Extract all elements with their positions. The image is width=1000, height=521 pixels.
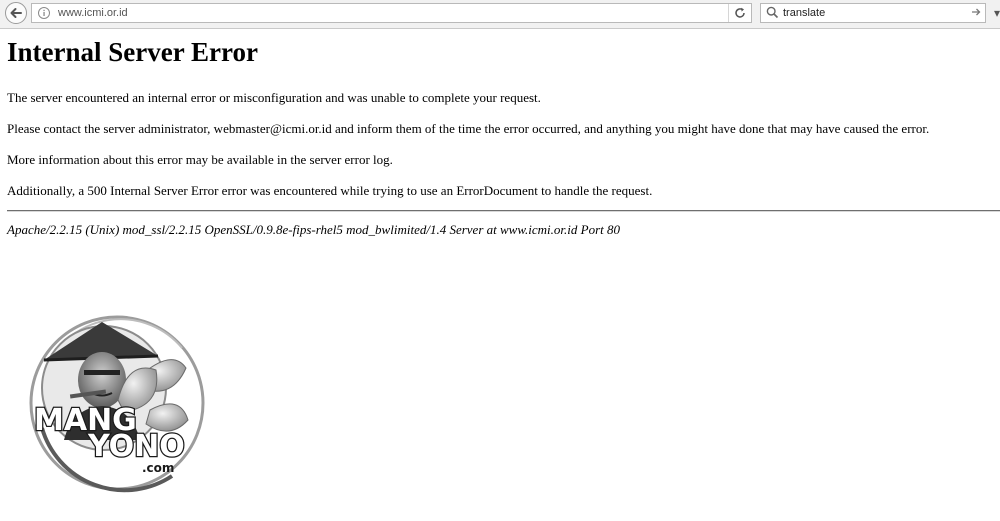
info-icon[interactable] bbox=[37, 6, 51, 20]
logo-text-yono: YONO bbox=[87, 429, 185, 464]
contact-admin-paragraph: Please contact the server administrator,… bbox=[7, 121, 930, 136]
page-title: Internal Server Error bbox=[7, 37, 258, 67]
error-message-paragraph: The server encountered an internal error… bbox=[7, 90, 541, 105]
address-bar[interactable]: www.icmi.or.id bbox=[31, 3, 752, 23]
horizontal-rule bbox=[7, 210, 1000, 212]
search-bar[interactable]: translate bbox=[760, 3, 986, 23]
error-log-paragraph: More information about this error may be… bbox=[7, 152, 393, 167]
reload-button[interactable] bbox=[728, 4, 751, 22]
go-arrow-icon[interactable] bbox=[971, 7, 981, 17]
logo-text-domain: .com bbox=[142, 461, 174, 475]
search-input[interactable]: translate bbox=[783, 5, 825, 21]
server-signature: Apache/2.2.15 (Unix) mod_ssl/2.2.15 Open… bbox=[7, 222, 621, 237]
back-button[interactable] bbox=[5, 2, 27, 24]
mangyono-logo: MANG YONO .com bbox=[29, 315, 205, 493]
overflow-edge-icon[interactable]: ▾ bbox=[994, 6, 1000, 20]
error-document-paragraph: Additionally, a 500 Internal Server Erro… bbox=[7, 183, 653, 198]
back-arrow-icon bbox=[10, 8, 22, 18]
reload-icon bbox=[735, 7, 745, 18]
url-text[interactable]: www.icmi.or.id bbox=[58, 5, 128, 21]
browser-toolbar: www.icmi.or.id translate ▾ bbox=[0, 0, 1000, 29]
search-icon bbox=[766, 6, 779, 19]
